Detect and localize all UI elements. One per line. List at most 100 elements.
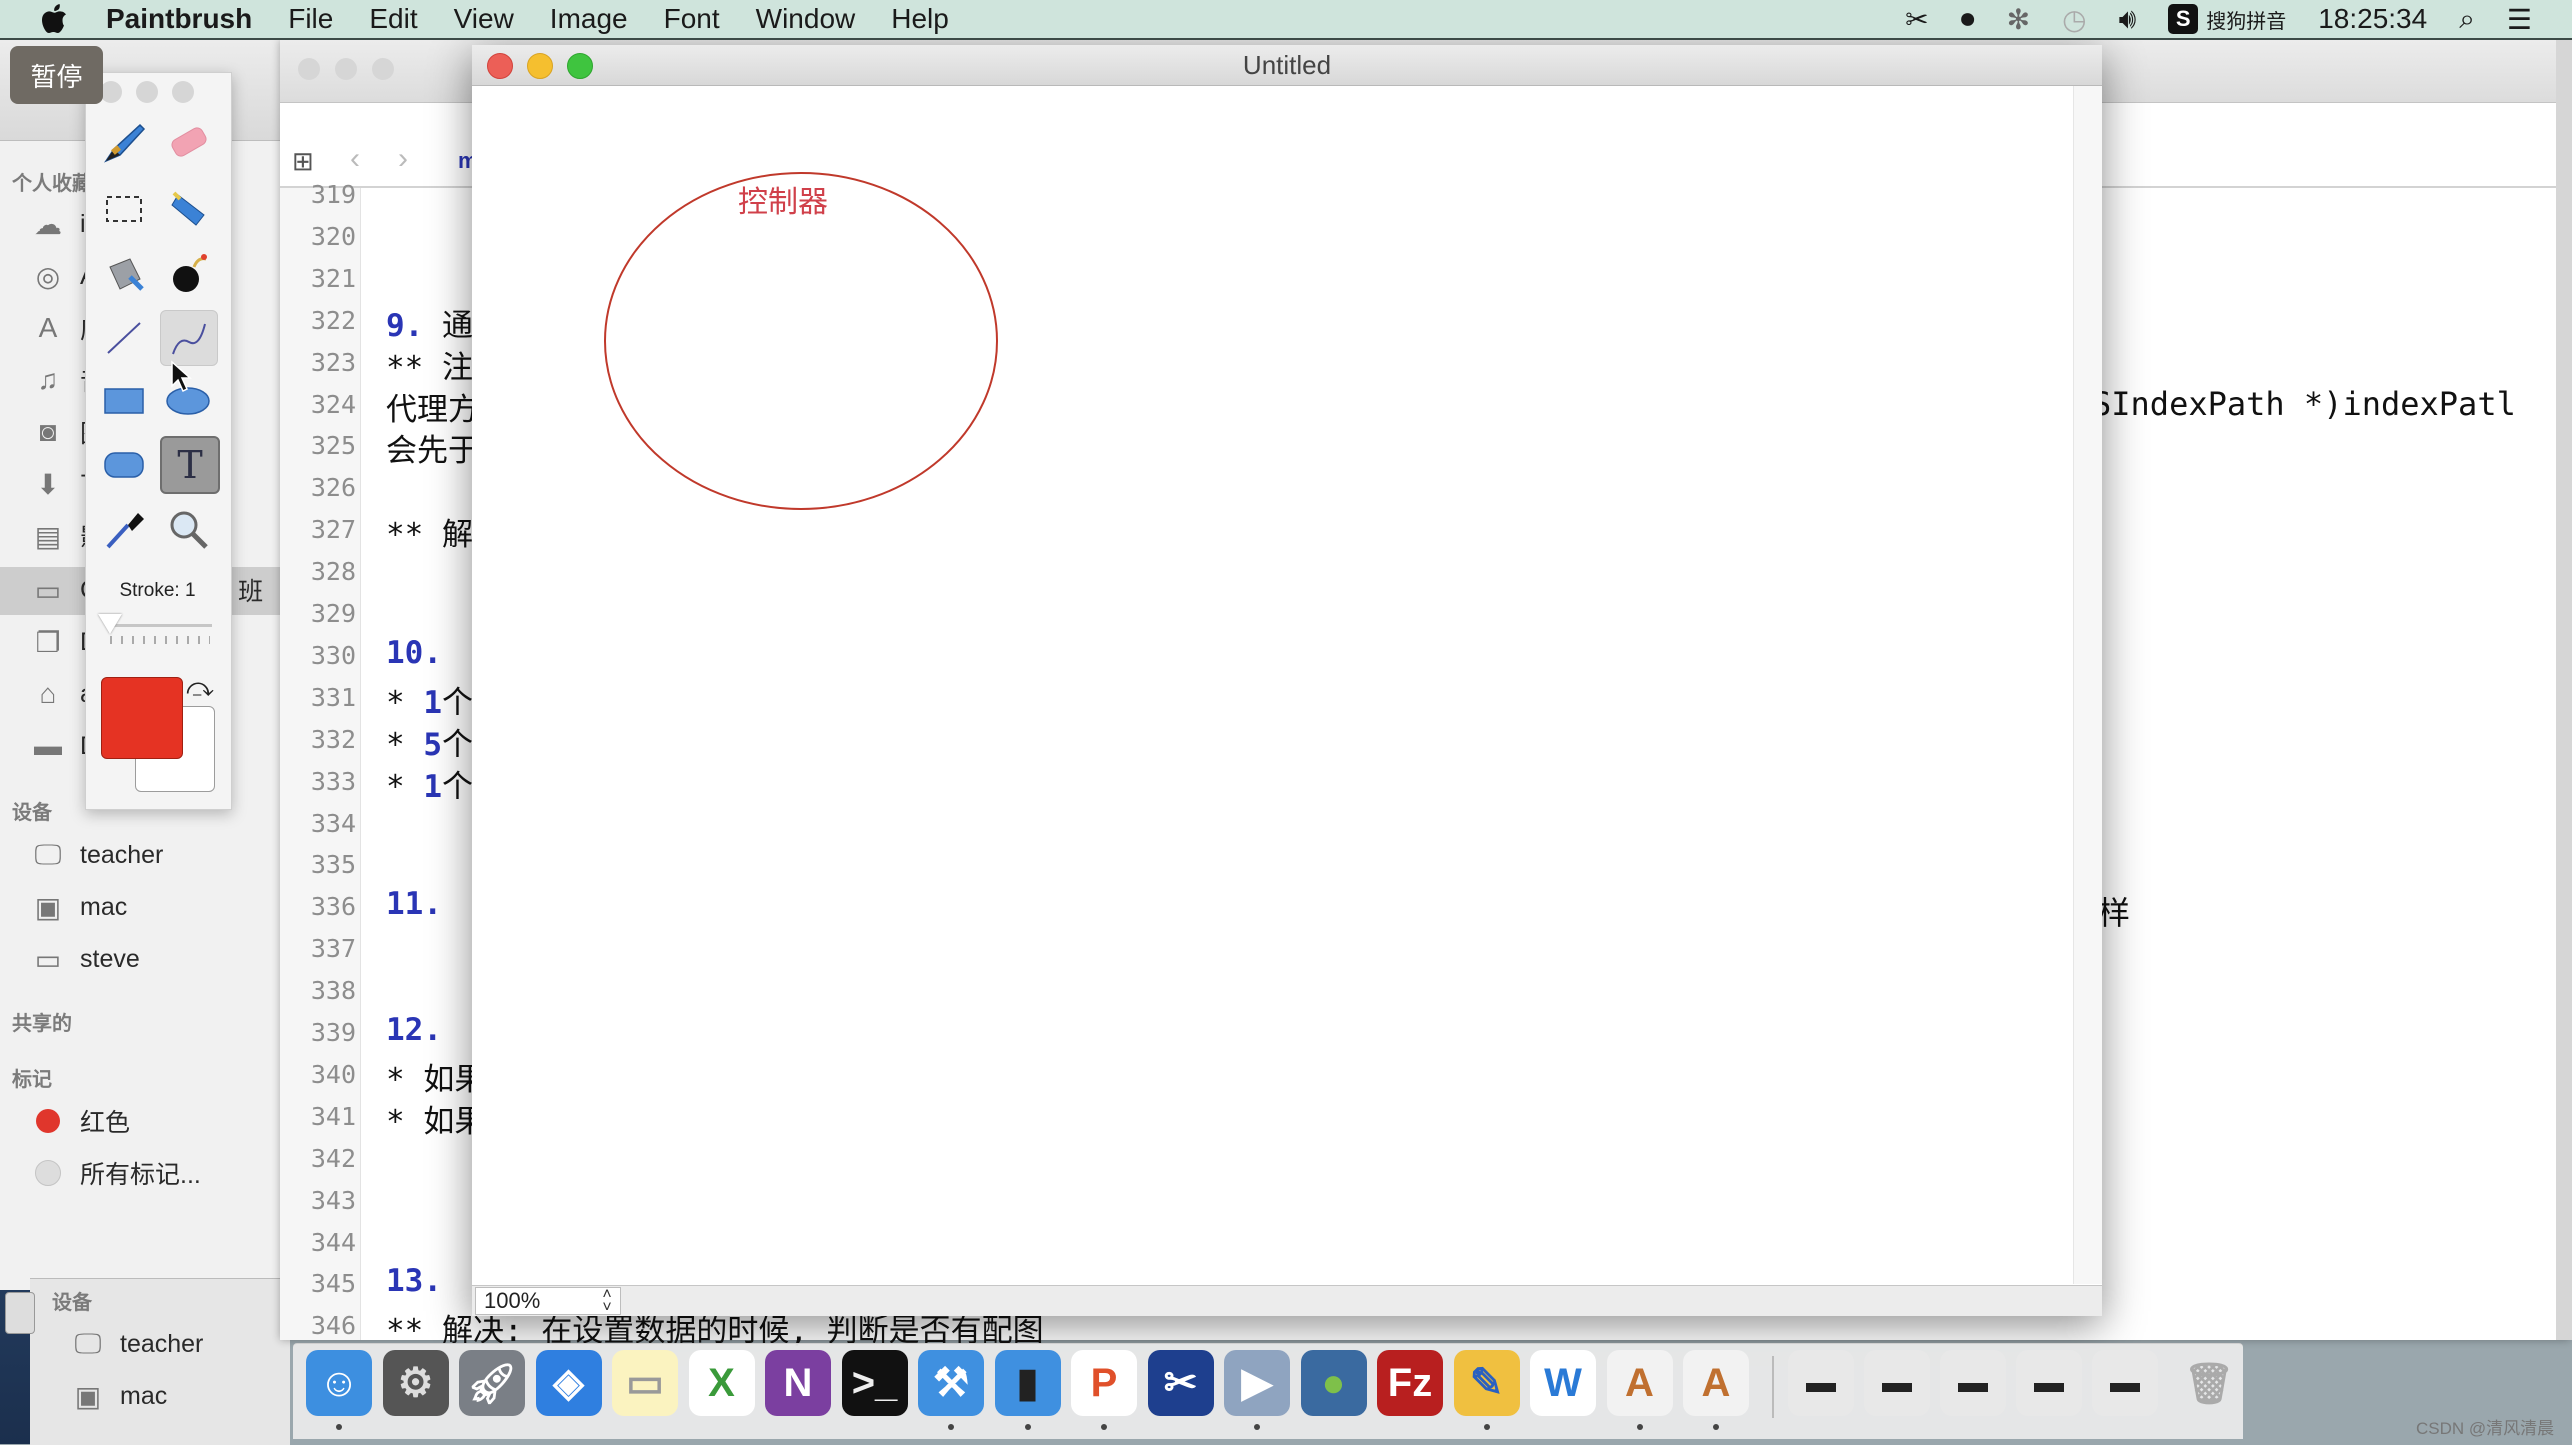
menu-window[interactable]: Window <box>756 3 856 35</box>
sidebar-item-teacher[interactable]: 🖵 teacher <box>30 833 164 877</box>
code-line[interactable]: ** 解 <box>386 509 473 554</box>
dock-recent-item[interactable]: ▬ <box>2016 1350 2082 1416</box>
menu-font[interactable]: Font <box>664 3 720 35</box>
screen-record-icon[interactable]: ⏺ <box>1961 3 1975 36</box>
zoom-button[interactable] <box>567 53 593 79</box>
dock-app-notes[interactable]: ▭ <box>612 1350 678 1416</box>
code-line[interactable]: * 1个 <box>386 761 473 806</box>
forward-chevron-icon[interactable]: › <box>398 142 408 176</box>
time-machine-icon[interactable]: ◷ <box>2062 3 2086 36</box>
apple-menu-icon[interactable] <box>34 4 74 34</box>
menu-image[interactable]: Image <box>550 3 628 35</box>
dock-app-terminal[interactable]: >_ <box>841 1350 908 1416</box>
code-line[interactable]: ** 注 <box>386 342 473 387</box>
pause-overlay-button[interactable]: 暂停 <box>10 46 103 104</box>
scissors-status-icon[interactable]: ✂ <box>1905 3 1928 36</box>
sidebar-item-steve[interactable]: ▭ steve <box>30 937 140 981</box>
dock-app-simulator[interactable]: ▮ <box>994 1350 1061 1416</box>
dock-trash-icon[interactable]: 🗑︎ <box>2176 1350 2242 1416</box>
dock-app-finder[interactable]: ☺ <box>306 1350 372 1416</box>
dock-app-xcode[interactable]: ⚒ <box>918 1350 984 1416</box>
code-line[interactable]: 9. 通 <box>386 300 473 345</box>
dock-app-onenote[interactable]: N <box>765 1350 831 1416</box>
bluetooth-icon[interactable]: ✻ <box>2007 3 2030 36</box>
stroke-slider-track[interactable] <box>108 624 212 627</box>
grid-icon[interactable]: ⊞ <box>292 146 314 177</box>
dock-app-paintbrush[interactable]: P <box>1071 1350 1137 1416</box>
code-line[interactable]: 12. <box>386 1012 442 1048</box>
bomb-tool[interactable] <box>160 246 216 300</box>
sidebar2-item-teacher[interactable]: 🖵 teacher <box>70 1322 204 1366</box>
sidebar-tag-red[interactable]: 红色 <box>30 1099 130 1143</box>
palette-minimize-button[interactable] <box>136 81 158 103</box>
sidebar-item-icloud[interactable]: ☁ i <box>30 202 86 246</box>
dock-app-instruments-b[interactable]: A <box>1683 1350 1749 1416</box>
curve-tool[interactable] <box>160 310 218 366</box>
vertical-scrollbar[interactable] <box>2073 86 2102 1284</box>
sidebar-toggle-button[interactable] <box>5 1292 35 1334</box>
text-tool[interactable]: T <box>160 436 220 494</box>
dock-recent-item[interactable]: ▬ <box>1864 1350 1930 1416</box>
zoom-tool[interactable] <box>160 502 216 556</box>
dock-app-filezilla[interactable]: Fz <box>1377 1350 1443 1416</box>
back-chevron-icon[interactable]: ‹ <box>350 142 360 176</box>
dock-app-ftp-app[interactable]: ● <box>1300 1350 1367 1416</box>
palette-close-button[interactable] <box>100 81 122 103</box>
ellipse-text-label[interactable]: 控制器 <box>738 185 828 220</box>
stroke-slider-thumb[interactable] <box>98 614 122 634</box>
spotlight-search-icon[interactable]: ⌕ <box>2459 3 2475 36</box>
eraser-tool[interactable] <box>160 116 216 170</box>
dock-app-word[interactable]: W <box>1530 1350 1596 1416</box>
sidebar-item-mac[interactable]: ▣ mac <box>30 885 127 929</box>
code-line[interactable]: 代理方 <box>386 384 479 429</box>
code-line[interactable]: 10. <box>386 635 442 671</box>
code-line[interactable]: 会先于 <box>386 425 479 470</box>
zoom-stepper[interactable]: ˄ ˅ <box>596 1287 618 1316</box>
line-tool[interactable] <box>96 310 152 364</box>
menu-help[interactable]: Help <box>891 3 949 35</box>
rounded-rect-tool[interactable] <box>96 438 152 492</box>
dock-app-video-app[interactable]: ▶ <box>1224 1350 1290 1416</box>
clock[interactable]: 18:25:34 <box>2318 3 2427 35</box>
swap-colors-icon[interactable]: ⤼ <box>186 672 214 704</box>
sidebar2-item-mac[interactable]: ▣ mac <box>70 1374 167 1418</box>
code-line[interactable]: * 1个 <box>386 677 473 722</box>
volume-icon[interactable]: 🔊︎ <box>2119 3 2137 36</box>
code-line[interactable]: * 5个 <box>386 719 473 764</box>
menu-app-name[interactable]: Paintbrush <box>106 3 252 35</box>
foreground-color-well[interactable] <box>101 677 183 759</box>
dock-recent-item[interactable]: ▬ <box>2092 1350 2158 1416</box>
select-tool[interactable] <box>96 182 152 236</box>
dock-recent-item[interactable]: ▬ <box>1940 1350 2006 1416</box>
menu-file[interactable]: File <box>288 3 333 35</box>
editor-minimize-button[interactable] <box>335 58 357 80</box>
palette-zoom-button[interactable] <box>172 81 194 103</box>
ellipse-shape[interactable] <box>604 172 998 510</box>
notification-center-icon[interactable]: ☰ <box>2507 3 2532 36</box>
dock-app-system-preferences[interactable]: ⚙ <box>382 1350 449 1416</box>
eyedropper-tool[interactable] <box>96 502 152 556</box>
editor-zoom-button[interactable] <box>372 58 394 80</box>
rectangle-tool[interactable] <box>96 374 152 428</box>
dock-app-instruments-a[interactable]: A <box>1606 1350 1673 1416</box>
code-line[interactable]: * 如果 <box>386 1096 485 1141</box>
close-button[interactable] <box>487 53 513 79</box>
code-line[interactable]: * 如果 <box>386 1054 485 1099</box>
dock-app-launchpad[interactable]: 🚀︎ <box>459 1350 525 1416</box>
editor-close-button[interactable] <box>298 58 320 80</box>
code-line[interactable]: 11. <box>386 886 442 922</box>
sidebar-tag-all[interactable]: 所有标记... <box>30 1151 201 1195</box>
brush-tool[interactable] <box>96 116 152 170</box>
input-method-menu[interactable]: S 搜狗拼音 <box>2168 4 2286 34</box>
bucket-tool[interactable] <box>96 246 152 300</box>
fill-tool[interactable] <box>160 182 216 236</box>
dock-app-screen-snip[interactable]: ✂ <box>1147 1350 1214 1416</box>
menu-edit[interactable]: Edit <box>369 3 417 35</box>
dock-recent-item[interactable]: ▬ <box>1788 1350 1854 1416</box>
dock-app-excel[interactable]: X <box>688 1350 755 1416</box>
minimize-button[interactable] <box>527 53 553 79</box>
dock-app-pages[interactable]: ✎ <box>1453 1350 1520 1416</box>
dock-app-safari[interactable]: ◈ <box>535 1350 602 1416</box>
menu-view[interactable]: View <box>454 3 514 35</box>
code-line[interactable]: 13. <box>386 1263 442 1299</box>
